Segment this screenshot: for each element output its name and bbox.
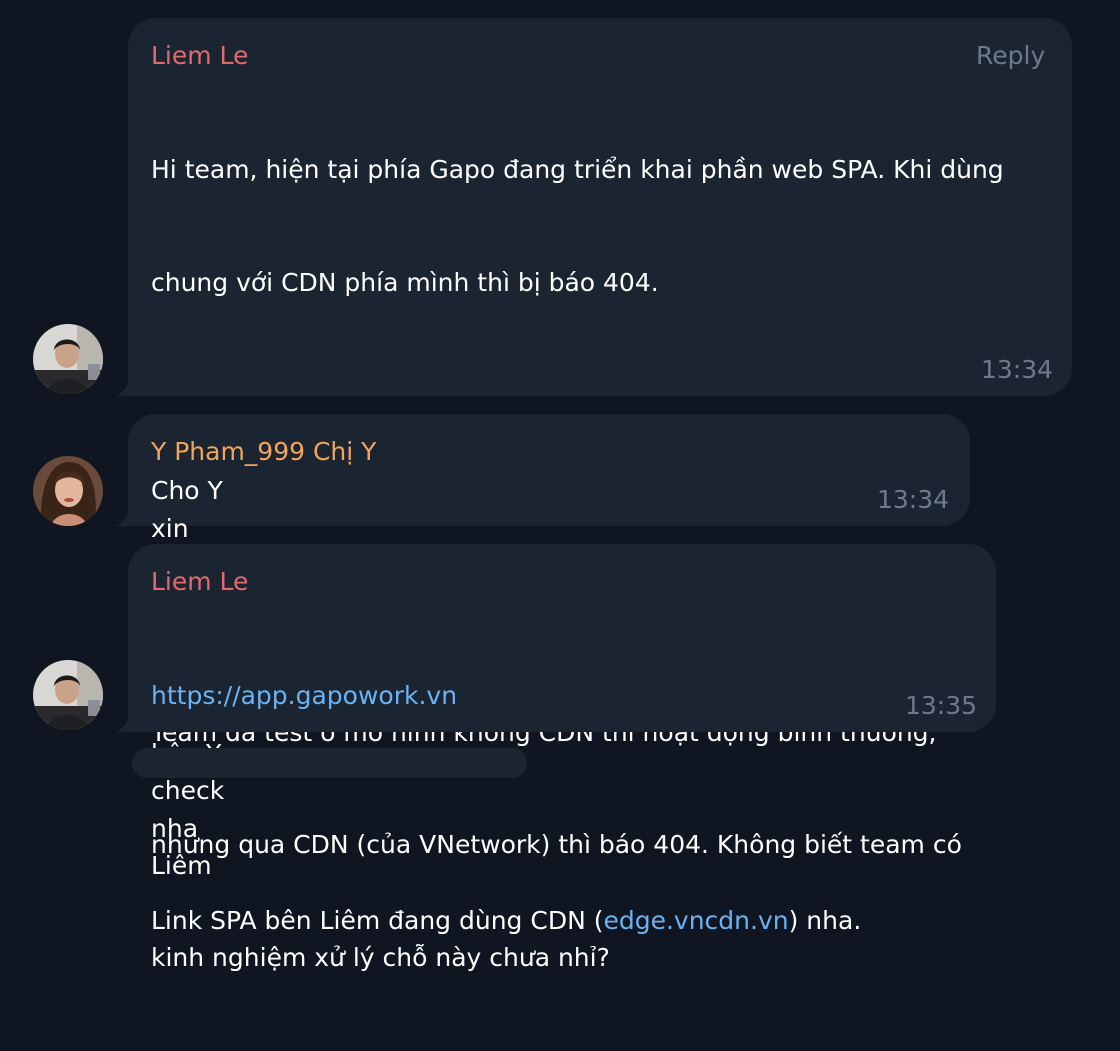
message-line <box>151 376 1051 414</box>
message-line: Hi team, hiện tại phía Gapo đang triển k… <box>151 155 1004 184</box>
link-app-gapowork[interactable]: https://app.gapowork.vn <box>151 681 457 710</box>
text-segment: ) nha. <box>788 906 862 935</box>
reply-button[interactable]: Reply <box>976 40 1045 72</box>
man-portrait-avatar-icon <box>33 660 103 730</box>
bubble-tail <box>116 508 130 526</box>
bubble-tail <box>116 378 130 396</box>
bubble-tail <box>116 714 130 732</box>
message-line: Link SPA bên Liêm đang dùng CDN (edge.vn… <box>151 902 971 940</box>
man-portrait-avatar[interactable] <box>33 660 103 730</box>
message-time: 13:34 <box>877 485 950 514</box>
next-message-bubble[interactable] <box>132 748 527 778</box>
text-segment: Link SPA bên Liêm đang dùng CDN ( <box>151 906 604 935</box>
sender-name[interactable]: Y Pham_999 Chị Y <box>151 436 376 468</box>
woman-portrait-avatar[interactable] <box>33 456 103 526</box>
message-text: https://app.gapowork.vn Link SPA bên Liê… <box>151 602 971 1015</box>
woman-portrait-avatar-icon <box>33 456 103 526</box>
sender-name[interactable]: Liem Le <box>151 40 248 72</box>
message-line: chung với CDN phía mình thì bị báo 404. <box>151 267 659 297</box>
man-portrait-avatar-icon <box>33 324 103 394</box>
message-bubble[interactable] <box>128 414 970 526</box>
link-edge-vncdn[interactable]: edge.vncdn.vn <box>603 906 788 935</box>
message-time: 13:35 <box>905 691 978 720</box>
chat-history: Liem Le Reply Hi team, hiện tại phía Gap… <box>0 0 1120 972</box>
message-time: 13:34 <box>981 355 1054 384</box>
sender-name[interactable]: Liem Le <box>151 566 248 598</box>
man-portrait-avatar[interactable] <box>33 324 103 394</box>
